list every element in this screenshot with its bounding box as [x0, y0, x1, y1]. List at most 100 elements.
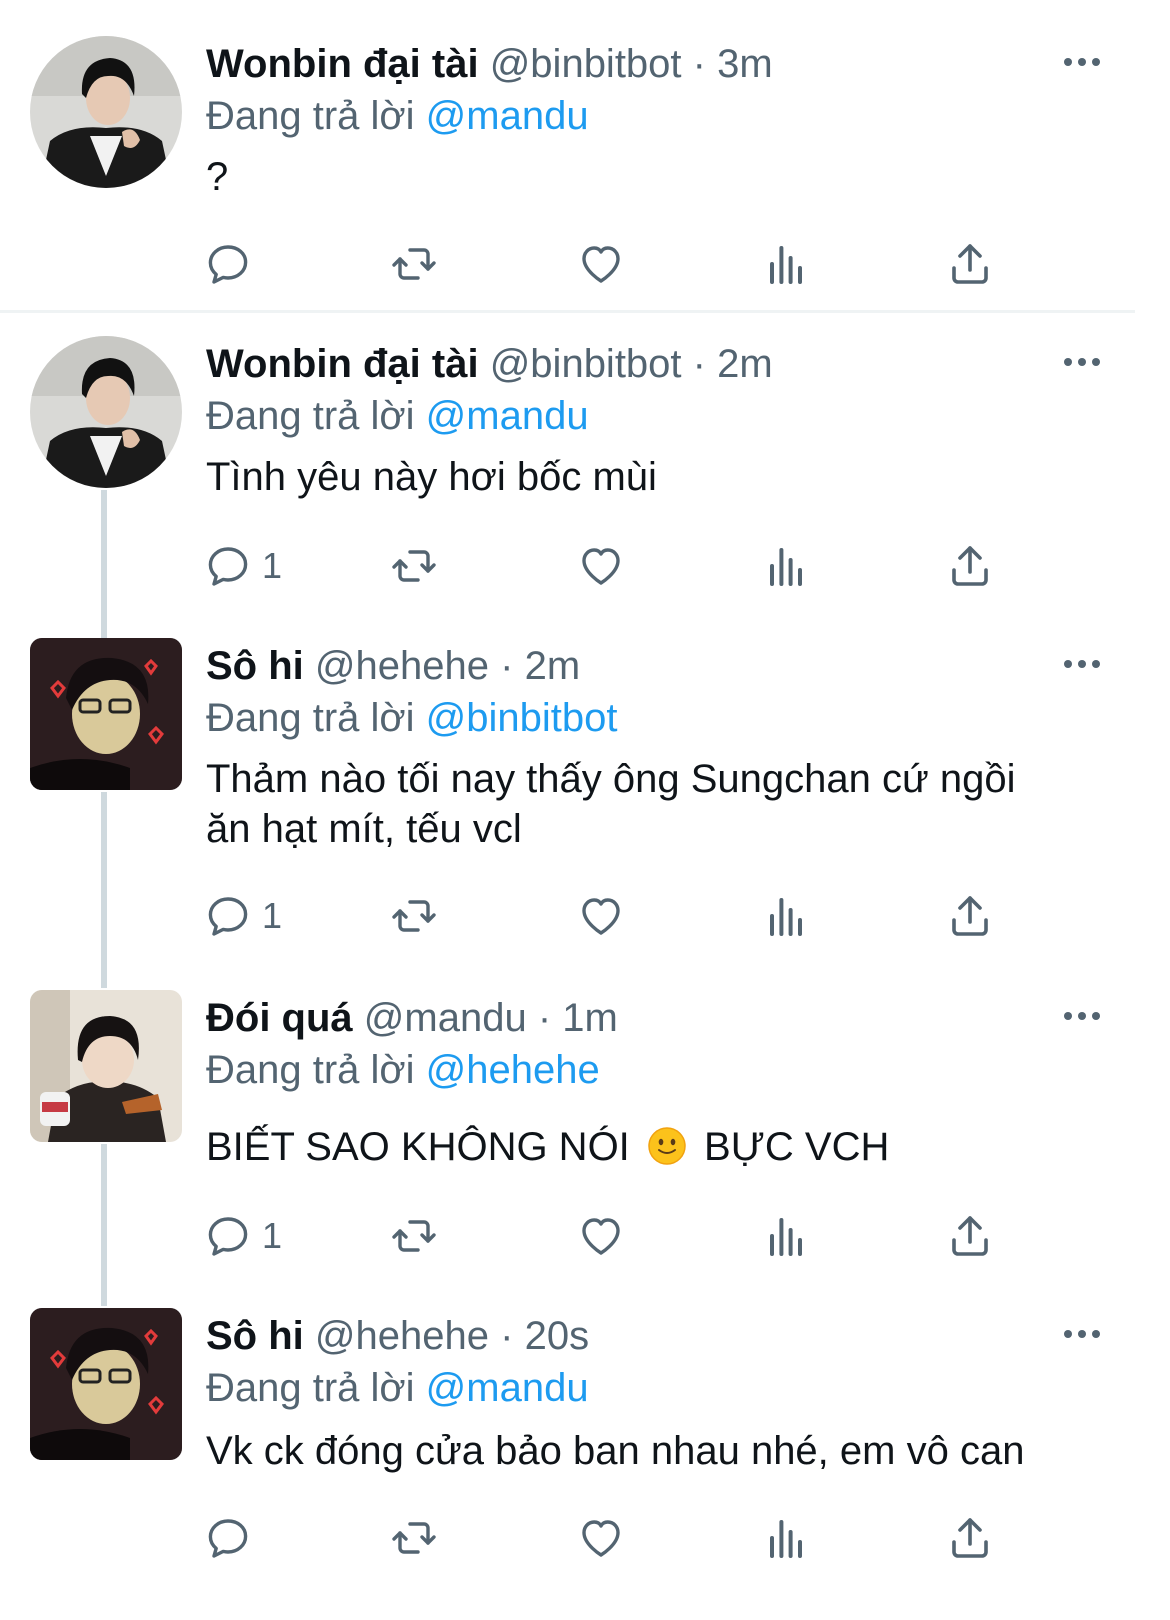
tweet-text: ăn hạt mít, tếu vcl: [206, 807, 522, 851]
display-name[interactable]: Wonbin đại tài: [206, 342, 479, 386]
views-icon: [762, 240, 810, 288]
separator: ·: [500, 644, 514, 688]
replying-to: Đang trả lời @hehehe: [206, 1046, 600, 1094]
handle[interactable]: @binbitbot: [490, 42, 682, 86]
tweet-text: ?: [206, 155, 229, 199]
avatar[interactable]: [30, 36, 182, 188]
views-button[interactable]: [762, 239, 810, 289]
tweet-header: Sô hi @hehehe · 20s: [206, 1312, 589, 1360]
share-icon: [946, 892, 994, 940]
handle[interactable]: @mandu: [364, 996, 527, 1040]
retweet-button[interactable]: [390, 541, 438, 591]
separator: ·: [500, 1314, 514, 1358]
tweet-text: Tình yêu này hơi bốc mùi: [206, 455, 657, 499]
share-button[interactable]: [946, 239, 994, 289]
mention-link[interactable]: @binbitbot: [426, 696, 618, 740]
reply-count: 1: [262, 895, 283, 936]
reply-prefix: Đang trả lời: [206, 696, 415, 740]
reply-button[interactable]: 1: [204, 1211, 282, 1261]
timestamp[interactable]: 1m: [562, 996, 618, 1040]
tweet-actions: 1: [0, 541, 1170, 591]
display-name[interactable]: Sô hi: [206, 644, 304, 688]
tweet-text-part: BỰC VCH: [704, 1125, 890, 1169]
timestamp[interactable]: 20s: [525, 1314, 590, 1358]
display-name[interactable]: Wonbin đại tài: [206, 42, 479, 86]
replying-to: Đang trả lời @mandu: [206, 92, 589, 140]
more-options-icon[interactable]: [1062, 1324, 1102, 1344]
timestamp[interactable]: 2m: [525, 644, 581, 688]
share-button[interactable]: [946, 1211, 994, 1261]
display-name[interactable]: Đói quá: [206, 996, 353, 1040]
more-options-icon[interactable]: [1062, 352, 1102, 372]
reply-count: 1: [262, 1215, 283, 1256]
avatar[interactable]: [30, 638, 182, 790]
views-button[interactable]: [762, 891, 810, 941]
like-icon: [577, 542, 625, 590]
avatar[interactable]: [30, 1308, 182, 1460]
share-icon: [946, 542, 994, 590]
mention-link[interactable]: @mandu: [426, 394, 589, 438]
reply-prefix: Đang trả lời: [206, 1048, 415, 1092]
handle[interactable]: @hehehe: [315, 1314, 489, 1358]
separator: ·: [537, 996, 552, 1040]
reply-prefix: Đang trả lời: [206, 1366, 415, 1410]
avatar[interactable]: [30, 990, 182, 1142]
retweet-icon: [390, 240, 438, 288]
separator: ·: [692, 342, 706, 386]
reply-button[interactable]: 1: [204, 541, 282, 591]
like-button[interactable]: [577, 1513, 625, 1563]
tweet-actions: 1: [0, 1211, 1170, 1261]
tweet-header: Đói quá @mandu · 1m: [206, 994, 618, 1042]
share-icon: [946, 1212, 994, 1260]
tweet-text: Thảm nào tối nay thấy ông Sungchan cứ ng…: [206, 757, 1016, 801]
timestamp[interactable]: 2m: [717, 342, 773, 386]
reply-icon: [204, 1212, 252, 1260]
tweet-header: Wonbin đại tài @binbitbot · 3m: [206, 40, 773, 88]
retweet-button[interactable]: [390, 891, 438, 941]
handle[interactable]: @binbitbot: [490, 342, 682, 386]
retweet-icon: [390, 1212, 438, 1260]
share-button[interactable]: [946, 891, 994, 941]
more-options-icon[interactable]: [1062, 654, 1102, 674]
replying-to: Đang trả lời @mandu: [206, 392, 589, 440]
like-button[interactable]: [577, 891, 625, 941]
retweet-button[interactable]: [390, 239, 438, 289]
views-icon: [762, 892, 810, 940]
like-button[interactable]: [577, 541, 625, 591]
views-icon: [762, 1514, 810, 1562]
timestamp[interactable]: 3m: [717, 42, 773, 86]
views-button[interactable]: [762, 1211, 810, 1261]
reply-prefix: Đang trả lời: [206, 94, 415, 138]
reply-button[interactable]: [204, 1513, 262, 1563]
like-icon: [577, 240, 625, 288]
tweet-text-part: BIẾT SAO KHÔNG NÓI: [206, 1125, 630, 1169]
like-button[interactable]: [577, 1211, 625, 1261]
retweet-button[interactable]: [390, 1211, 438, 1261]
handle[interactable]: @hehehe: [315, 644, 489, 688]
share-button[interactable]: [946, 541, 994, 591]
display-name[interactable]: Sô hi: [206, 1314, 304, 1358]
share-button[interactable]: [946, 1513, 994, 1563]
replying-to: Đang trả lời @mandu: [206, 1364, 589, 1412]
tweet-actions: [0, 239, 1170, 289]
views-button[interactable]: [762, 1513, 810, 1563]
share-icon: [946, 240, 994, 288]
reply-button[interactable]: 1: [204, 891, 282, 941]
reply-button[interactable]: [204, 239, 262, 289]
tweet-header: Wonbin đại tài @binbitbot · 2m: [206, 340, 773, 388]
more-options-icon[interactable]: [1062, 52, 1102, 72]
mention-link[interactable]: @hehehe: [426, 1048, 600, 1092]
retweet-button[interactable]: [390, 1513, 438, 1563]
tweet-text: BIẾT SAO KHÔNG NÓI BỰC VCH: [206, 1122, 1106, 1172]
share-icon: [946, 1514, 994, 1562]
tweet-text: Vk ck đóng cửa bảo ban nhau nhé, em vô c…: [206, 1429, 1025, 1473]
mention-link[interactable]: @mandu: [426, 1366, 589, 1410]
reply-icon: [204, 542, 252, 590]
like-button[interactable]: [577, 239, 625, 289]
like-icon: [577, 1212, 625, 1260]
mention-link[interactable]: @mandu: [426, 94, 589, 138]
avatar[interactable]: [30, 336, 182, 488]
views-button[interactable]: [762, 541, 810, 591]
more-options-icon[interactable]: [1062, 1006, 1102, 1026]
replying-to: Đang trả lời @binbitbot: [206, 694, 618, 742]
